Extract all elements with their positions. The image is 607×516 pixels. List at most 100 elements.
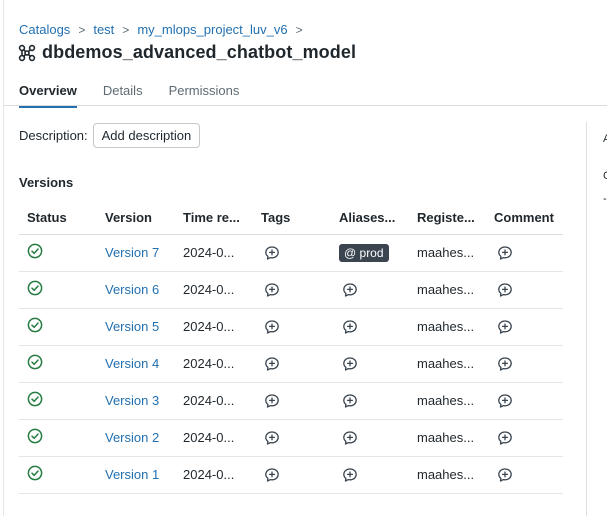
aliases-cell: @ prod [331, 234, 409, 272]
version-link[interactable]: Version 5 [105, 319, 159, 334]
status-ready-check-icon [27, 280, 43, 296]
breadcrumb: Catalogs > test > my_mlops_project_luv_v… [19, 22, 311, 37]
aliases-cell [331, 308, 409, 346]
add-tag-icon[interactable] [264, 467, 280, 483]
column-header-comment[interactable]: Comment [486, 201, 563, 235]
version-cell: Version 2 [97, 419, 175, 457]
version-cell: Version 4 [97, 345, 175, 383]
status-cell [19, 271, 97, 309]
right-panel-text: A [603, 133, 607, 145]
add-alias-icon[interactable] [342, 356, 358, 372]
page-header: dbdemos_advanced_chatbot_model [18, 42, 356, 63]
versions-table: Status Version Time re... Tags Aliases..… [19, 201, 563, 494]
aliases-cell [331, 456, 409, 494]
alias-badge[interactable]: @ prod [339, 243, 389, 262]
column-header-tags[interactable]: Tags [253, 201, 331, 235]
add-comment-icon[interactable] [497, 467, 513, 483]
table-row[interactable]: Version 1 2024-0... maahes... [19, 456, 563, 494]
add-comment-icon[interactable] [497, 319, 513, 335]
tags-cell [253, 456, 331, 494]
table-row[interactable]: Version 6 2024-0... maahes... [19, 271, 563, 309]
version-cell: Version 1 [97, 456, 175, 494]
add-tag-icon[interactable] [264, 282, 280, 298]
tags-cell [253, 382, 331, 420]
add-comment-icon[interactable] [497, 393, 513, 409]
status-cell [19, 382, 97, 420]
time-registered-cell: 2024-0... [175, 419, 253, 457]
status-cell [19, 308, 97, 346]
status-ready-check-icon [27, 354, 43, 370]
table-row[interactable]: Version 4 2024-0... maahes... [19, 345, 563, 383]
registered-by-cell: maahes... [409, 271, 486, 309]
add-comment-icon[interactable] [497, 282, 513, 298]
column-header-version[interactable]: Version [97, 201, 175, 235]
registered-by-cell: maahes... [409, 456, 486, 494]
version-link[interactable]: Version 6 [105, 282, 159, 297]
column-header-registered-by[interactable]: Registe... [409, 201, 486, 235]
version-cell: Version 5 [97, 308, 175, 346]
add-alias-icon[interactable] [342, 282, 358, 298]
breadcrumb-separator: > [122, 22, 130, 37]
time-registered-cell: 2024-0... [175, 271, 253, 309]
add-comment-icon[interactable] [497, 430, 513, 446]
add-tag-icon[interactable] [264, 393, 280, 409]
version-cell: Version 3 [97, 382, 175, 420]
registered-by-cell: maahes... [409, 419, 486, 457]
aliases-cell [331, 382, 409, 420]
time-registered-cell: 2024-0... [175, 456, 253, 494]
version-link[interactable]: Version 2 [105, 430, 159, 445]
comment-cell [486, 308, 563, 346]
table-row[interactable]: Version 7 2024-0... @ prod maahes... [19, 234, 563, 272]
add-tag-icon[interactable] [264, 319, 280, 335]
version-cell: Version 7 [97, 234, 175, 272]
time-registered-cell: 2024-0... [175, 234, 253, 272]
comment-cell [486, 419, 563, 457]
model-graph-icon [18, 44, 36, 62]
add-alias-icon[interactable] [342, 467, 358, 483]
add-description-button[interactable]: Add description [92, 123, 201, 148]
right-panel-text: C [603, 170, 607, 182]
status-cell [19, 456, 97, 494]
status-ready-check-icon [27, 391, 43, 407]
version-link[interactable]: Version 7 [105, 245, 159, 260]
table-row[interactable]: Version 2 2024-0... maahes... [19, 419, 563, 457]
add-comment-icon[interactable] [497, 356, 513, 372]
comment-cell [486, 456, 563, 494]
tags-cell [253, 271, 331, 309]
time-registered-cell: 2024-0... [175, 308, 253, 346]
add-tag-icon[interactable] [264, 245, 280, 261]
breadcrumb-catalog-test[interactable]: test [93, 22, 114, 37]
column-header-time-registered[interactable]: Time re... [175, 201, 253, 235]
comment-cell [486, 382, 563, 420]
add-tag-icon[interactable] [264, 430, 280, 446]
tags-cell [253, 234, 331, 272]
registered-by-cell: maahes... [409, 234, 486, 272]
version-link[interactable]: Version 3 [105, 393, 159, 408]
right-panel-divider [586, 122, 587, 516]
breadcrumb-catalogs[interactable]: Catalogs [19, 22, 70, 37]
version-link[interactable]: Version 1 [105, 467, 159, 482]
tags-cell [253, 308, 331, 346]
breadcrumb-schema[interactable]: my_mlops_project_luv_v6 [137, 22, 287, 37]
tabs-divider [3, 105, 607, 106]
add-alias-icon[interactable] [342, 430, 358, 446]
status-ready-check-icon [27, 317, 43, 333]
status-cell [19, 345, 97, 383]
table-row[interactable]: Version 3 2024-0... maahes... [19, 382, 563, 420]
column-header-status[interactable]: Status [19, 201, 97, 235]
version-link[interactable]: Version 4 [105, 356, 159, 371]
page-left-border [3, 0, 4, 516]
add-comment-icon[interactable] [497, 245, 513, 261]
version-cell: Version 6 [97, 271, 175, 309]
table-row[interactable]: Version 5 2024-0... maahes... [19, 308, 563, 346]
status-cell [19, 419, 97, 457]
add-alias-icon[interactable] [342, 319, 358, 335]
column-header-aliases[interactable]: Aliases... [331, 201, 409, 235]
add-alias-icon[interactable] [342, 393, 358, 409]
registered-by-cell: maahes... [409, 308, 486, 346]
breadcrumb-separator: > [78, 22, 86, 37]
comment-cell [486, 345, 563, 383]
versions-heading: Versions [19, 175, 74, 190]
add-tag-icon[interactable] [264, 356, 280, 372]
status-ready-check-icon [27, 465, 43, 481]
